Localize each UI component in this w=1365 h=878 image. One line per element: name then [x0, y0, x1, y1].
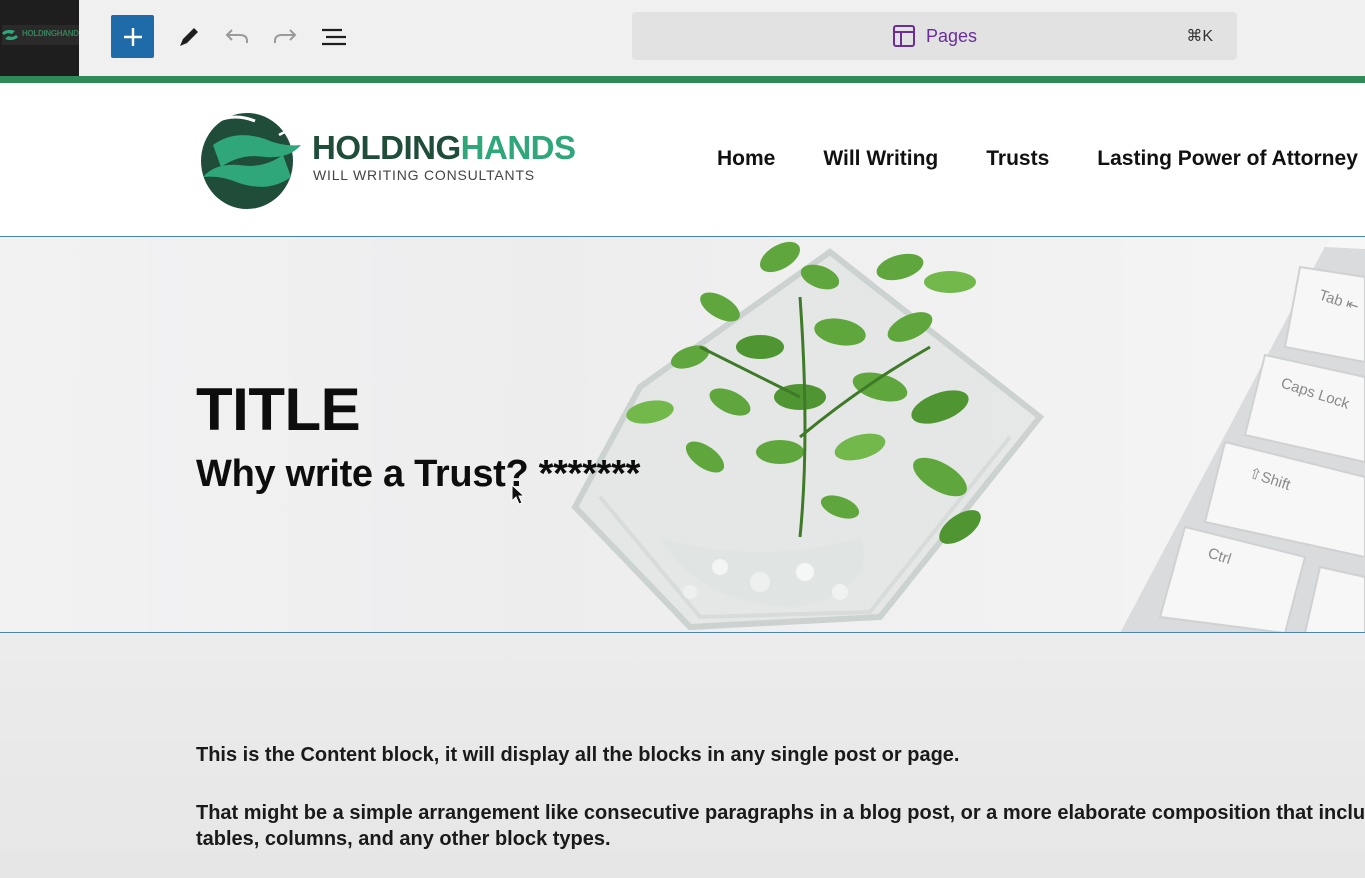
nav-item-home[interactable]: Home	[717, 147, 775, 171]
document-overview-button[interactable]	[315, 18, 353, 56]
accent-divider	[79, 76, 1365, 83]
mouse-pointer-icon	[511, 484, 525, 505]
redo-button[interactable]	[266, 18, 304, 56]
keyboard-shortcut: ⌘K	[1186, 28, 1213, 45]
undo-icon	[225, 29, 248, 43]
main-navigation: Home Will Writing Trusts Lasting Power o…	[717, 147, 1358, 171]
accent-divider	[0, 76, 79, 83]
content-paragraph: This is the Content block, it will displ…	[196, 744, 960, 766]
add-block-button[interactable]	[111, 15, 154, 58]
site-icon-button[interactable]: HOLDINGHANDS	[0, 0, 79, 76]
nav-item-lasting-power-of-attorney[interactable]: Lasting Power of Attorney	[1097, 147, 1358, 171]
brand-name: HOLDINGHANDS	[312, 129, 576, 167]
brand-name-part1: HOLDING	[312, 129, 461, 166]
hero-title[interactable]: TITLE	[196, 375, 361, 444]
brand-name-part2: HANDS	[460, 129, 576, 166]
post-content-block[interactable]: This is the Content block, it will displ…	[0, 634, 1365, 878]
glass-vase	[571, 248, 1045, 631]
content-paragraph-line: tables, columns, and any other block typ…	[196, 828, 611, 850]
site-icon-text: HOLDINGHANDS	[22, 29, 79, 38]
site-logo-icon	[2, 29, 18, 41]
content-paragraph: That might be a simple arrangement like …	[196, 800, 1365, 852]
site-logo[interactable]: HOLDINGHANDS WILL WRITING CONSULTANTS	[195, 109, 576, 213]
plus-icon	[123, 27, 142, 46]
redo-icon	[274, 29, 297, 43]
content-paragraph-line: That might be a simple arrangement like …	[196, 802, 1365, 824]
nav-item-trusts[interactable]: Trusts	[986, 147, 1049, 171]
pencil-icon	[180, 28, 198, 46]
hero-cover-block[interactable]: Tab ⇤ Caps Lock ⇧Shift Ctrl TITLE Why wr…	[0, 237, 1365, 633]
undo-button[interactable]	[218, 18, 256, 56]
edit-tools-button[interactable]	[170, 18, 208, 56]
site-header: HOLDINGHANDS WILL WRITING CONSULTANTS Ho…	[0, 83, 1365, 237]
brand-tagline: WILL WRITING CONSULTANTS	[313, 167, 535, 183]
command-palette-button[interactable]: Pages ⌘K	[632, 12, 1237, 60]
holding-hands-logo-icon	[201, 113, 301, 209]
nav-item-will-writing[interactable]: Will Writing	[823, 147, 938, 171]
keyboard: Tab ⇤ Caps Lock ⇧Shift Ctrl	[1120, 237, 1365, 632]
hero-subtitle[interactable]: Why write a Trust? *******	[196, 453, 640, 496]
editor-toolbar: HOLDINGHANDS Pages ⌘K	[0, 0, 1365, 76]
layout-icon	[892, 25, 915, 47]
command-bar-label: Pages	[925, 25, 978, 46]
list-view-icon	[322, 28, 346, 46]
